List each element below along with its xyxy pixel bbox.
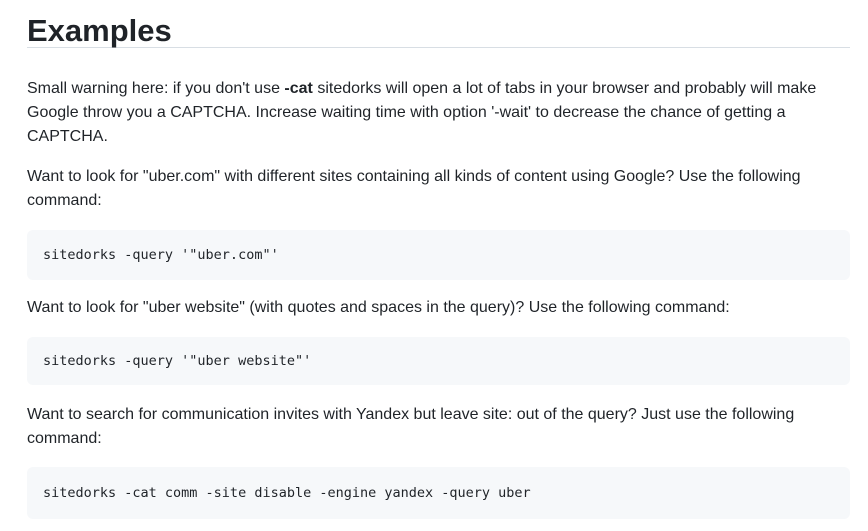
- code-block-3: sitedorks -cat comm -site disable -engin…: [27, 467, 850, 519]
- warning-text-start: Small warning here: if you don't use: [27, 80, 285, 97]
- example-3-description: Want to search for communication invites…: [27, 406, 795, 447]
- code-block-1: sitedorks -query '"uber.com"': [27, 230, 850, 280]
- section-heading: Examples: [27, 0, 850, 48]
- warning-paragraph: Small warning here: if you don't use -ca…: [27, 77, 850, 149]
- markdown-body: Examples Small warning here: if you don'…: [27, 0, 850, 519]
- example-2-description: Want to look for "uber website" (with qu…: [27, 299, 730, 316]
- cat-option-bold: -cat: [284, 80, 313, 97]
- code-block-2: sitedorks -query '"uber website"': [27, 337, 850, 385]
- example-1-description: Want to look for "uber.com" with differe…: [27, 168, 801, 209]
